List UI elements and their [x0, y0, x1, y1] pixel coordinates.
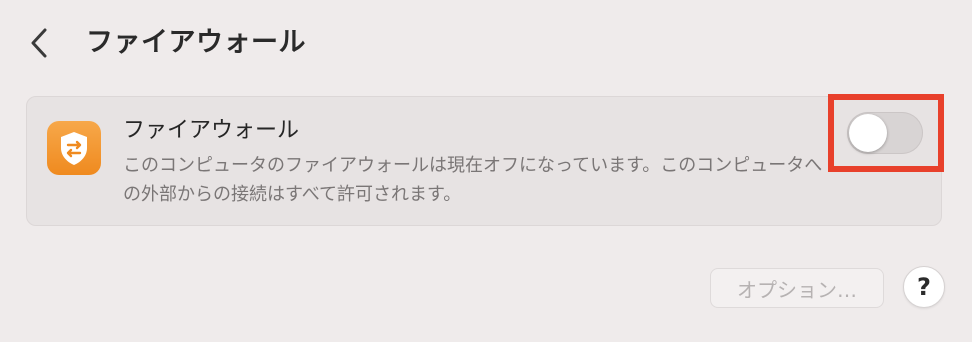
- chevron-left-icon: [31, 28, 47, 58]
- firewall-card: ファイアウォール このコンピュータのファイアウォールは現在オフになっています。こ…: [26, 96, 942, 226]
- firewall-toggle[interactable]: [847, 112, 923, 154]
- back-button[interactable]: [22, 26, 56, 60]
- help-button[interactable]: ?: [903, 266, 945, 308]
- firewall-title: ファイアウォール: [123, 118, 300, 143]
- firewall-description: このコンピュータのファイアウォールは現在オフになっています。このコンピュータへの…: [123, 155, 823, 205]
- toggle-knob: [849, 114, 887, 152]
- options-button[interactable]: オプション…: [710, 268, 884, 308]
- page-title: ファイアウォール: [86, 27, 306, 58]
- shield-arrows-icon: [47, 121, 101, 175]
